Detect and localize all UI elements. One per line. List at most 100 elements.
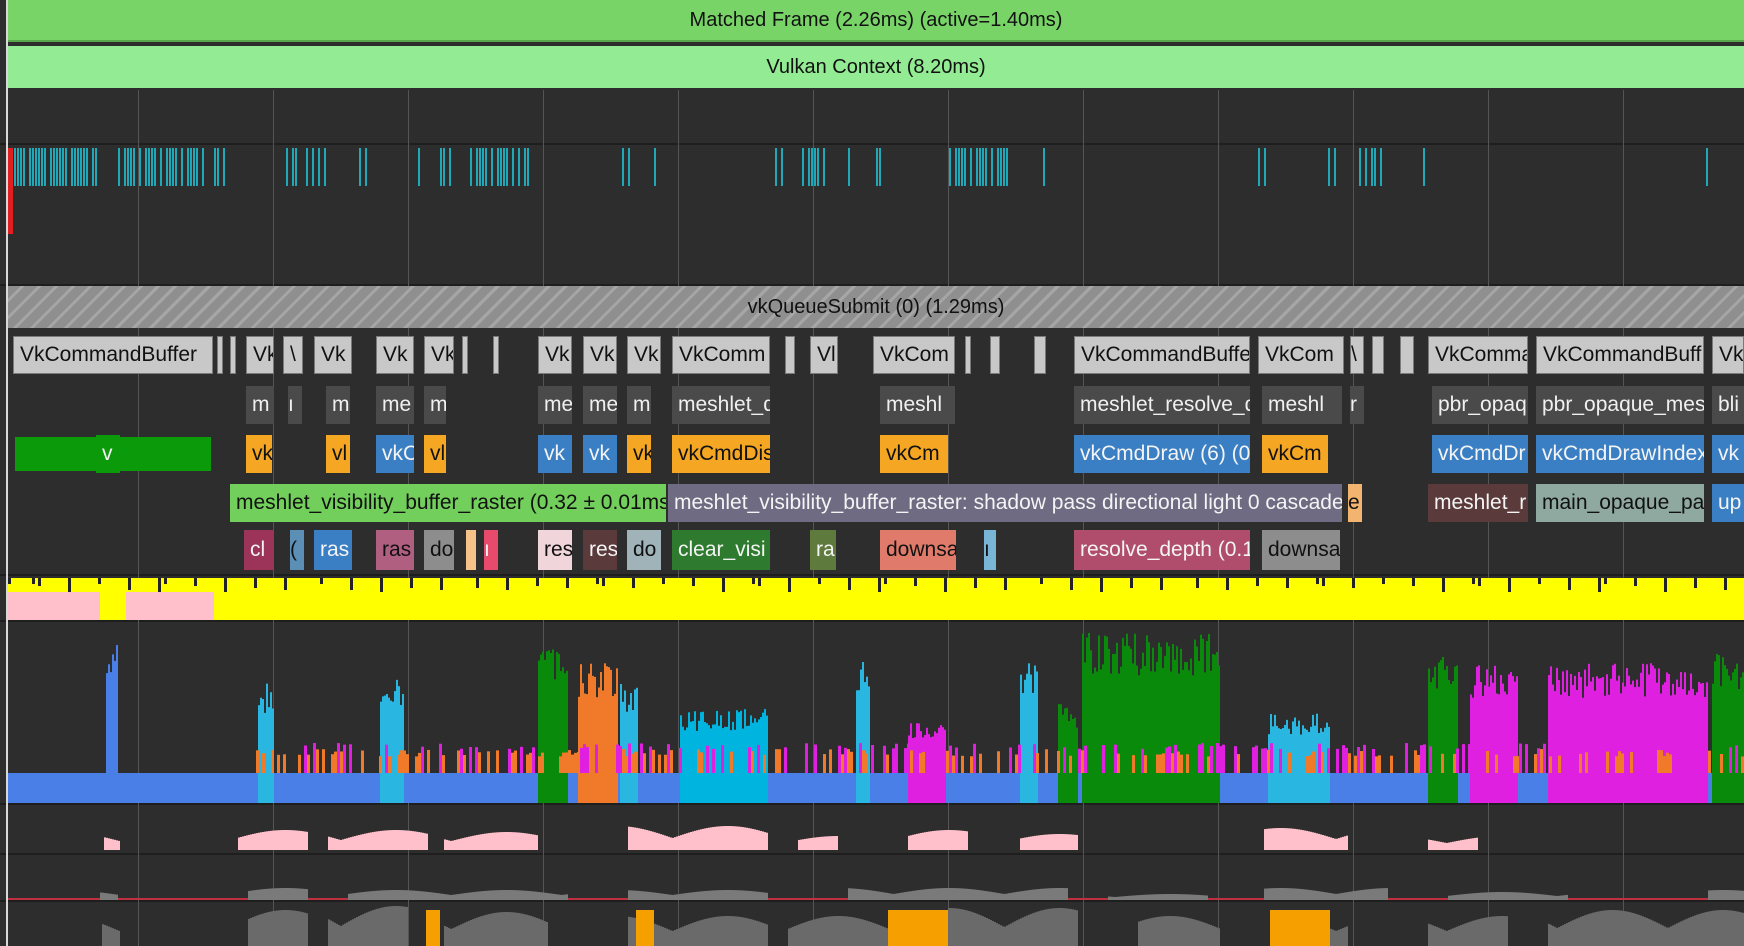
- command-buffer-block[interactable]: [493, 336, 499, 374]
- cpu-zone-tick[interactable]: [65, 148, 67, 186]
- cpu-zone-tick[interactable]: [83, 148, 85, 186]
- cpu-zone-tick[interactable]: [1264, 148, 1266, 186]
- command-buffer-block[interactable]: Vl: [810, 336, 838, 374]
- command-buffer-block[interactable]: [1034, 336, 1046, 374]
- scope-block[interactable]: meshlet_d: [672, 386, 770, 424]
- render-pass-block[interactable]: main_opaque_pa: [1536, 484, 1704, 522]
- cpu-zone-tick[interactable]: [175, 148, 177, 186]
- cpu-zone-tick[interactable]: [628, 148, 630, 186]
- cpu-zone-tick[interactable]: [50, 148, 52, 186]
- cpu-zone-tick[interactable]: [808, 148, 810, 186]
- scope-block[interactable]: pbr_opaque_mes: [1536, 386, 1704, 424]
- subpass-block[interactable]: ı: [984, 530, 996, 570]
- cpu-zone-tick[interactable]: [148, 148, 150, 186]
- cpu-zone-tick[interactable]: [166, 148, 168, 186]
- cpu-zone-tick[interactable]: [518, 148, 520, 186]
- render-pass-block[interactable]: up: [1712, 484, 1744, 522]
- cpu-zone-tick[interactable]: [202, 148, 204, 186]
- vulkan-context-bar[interactable]: Vulkan Context (8.20ms): [8, 46, 1744, 88]
- cpu-zone-tick[interactable]: [86, 148, 88, 186]
- command-buffer-block[interactable]: [462, 336, 468, 374]
- subpass-block[interactable]: downsa: [880, 530, 956, 570]
- cpu-zone-tick[interactable]: [324, 148, 326, 186]
- command-buffer-block[interactable]: Vk: [314, 336, 352, 374]
- cpu-zone-tick[interactable]: [491, 148, 493, 186]
- cpu-zone-tick[interactable]: [497, 148, 499, 186]
- cpu-zone-tick[interactable]: [365, 148, 367, 186]
- draw-call-block[interactable]: vk: [1712, 435, 1744, 473]
- cpu-zone-tick[interactable]: [190, 148, 192, 186]
- subpass-block[interactable]: resolve_depth (0.1: [1074, 530, 1250, 570]
- cpu-zone-tick[interactable]: [1365, 148, 1367, 186]
- scope-block[interactable]: m: [424, 386, 446, 424]
- cpu-zone-tick[interactable]: [44, 148, 46, 186]
- cpu-zone-tick[interactable]: [181, 148, 183, 186]
- cpu-zone-tick[interactable]: [1359, 148, 1361, 186]
- cpu-zone-tick[interactable]: [130, 148, 132, 186]
- cpu-zone-tick[interactable]: [312, 148, 314, 186]
- cpu-zone-tick[interactable]: [20, 148, 22, 186]
- cpu-zone-tick[interactable]: [1371, 148, 1373, 186]
- cpu-zone-tick[interactable]: [53, 148, 55, 186]
- cpu-zone-tick[interactable]: [958, 148, 960, 186]
- subpass-block[interactable]: (: [290, 530, 304, 570]
- draw-call-block[interactable]: vkCmdDraw (6) (0: [1074, 435, 1250, 473]
- subpass-block[interactable]: res: [583, 530, 617, 570]
- command-buffer-block[interactable]: VkComma: [1428, 336, 1528, 374]
- cpu-zone-tick[interactable]: [979, 148, 981, 186]
- command-buffer-block[interactable]: [965, 336, 971, 374]
- cpu-zone-tick[interactable]: [775, 148, 777, 186]
- cpu-zone-tick[interactable]: [781, 148, 783, 186]
- cpu-zone-tick[interactable]: [876, 148, 878, 186]
- cpu-zone-tick[interactable]: [217, 148, 219, 186]
- cpu-zone-tick[interactable]: [295, 148, 297, 186]
- cpu-zone-tick[interactable]: [1380, 148, 1382, 186]
- cpu-zone-tick[interactable]: [1000, 148, 1002, 186]
- cpu-zone-tick[interactable]: [154, 148, 156, 186]
- command-buffer-block[interactable]: [217, 336, 223, 374]
- draw-call-block[interactable]: vk: [627, 435, 651, 473]
- cpu-zone-tick[interactable]: [982, 148, 984, 186]
- draw-call-block[interactable]: vl: [326, 435, 350, 473]
- cpu-zone-tick[interactable]: [527, 148, 529, 186]
- subpass-block[interactable]: clear_visi: [672, 530, 770, 570]
- cpu-zone-tick[interactable]: [418, 148, 420, 186]
- render-pass-block[interactable]: e: [1348, 484, 1362, 522]
- draw-call-block[interactable]: vkCm: [1262, 435, 1328, 473]
- cpu-zone-tick[interactable]: [1003, 148, 1005, 186]
- scope-block[interactable]: m: [246, 386, 274, 424]
- cpu-zone-tick[interactable]: [318, 148, 320, 186]
- cpu-zone-tick[interactable]: [811, 148, 813, 186]
- draw-call-block[interactable]: vk: [583, 435, 617, 473]
- subpass-block[interactable]: ra: [810, 530, 836, 570]
- scope-block[interactable]: pbr_opaq: [1432, 386, 1528, 424]
- command-buffer-block[interactable]: VkCom: [1258, 336, 1344, 374]
- command-buffer-block[interactable]: Vk: [627, 336, 661, 374]
- draw-call-block[interactable]: vl: [424, 435, 446, 473]
- cpu-zone-tick[interactable]: [1706, 148, 1708, 186]
- cpu-zone-tick[interactable]: [169, 148, 171, 186]
- cpu-zone-tick[interactable]: [74, 148, 76, 186]
- cpu-zone-tick[interactable]: [56, 148, 58, 186]
- cpu-zone-tick[interactable]: [187, 148, 189, 186]
- cpu-zone-tick[interactable]: [970, 148, 972, 186]
- subpass-block[interactable]: downsa: [1262, 530, 1340, 570]
- scope-block[interactable]: me: [538, 386, 572, 424]
- cpu-zone-tick[interactable]: [654, 148, 656, 186]
- draw-call-block[interactable]: v: [96, 435, 120, 473]
- cpu-zone-tick[interactable]: [29, 148, 31, 186]
- cpu-zone-tick[interactable]: [482, 148, 484, 186]
- cpu-zone-tick[interactable]: [35, 148, 37, 186]
- subpass-block[interactable]: do: [627, 530, 661, 570]
- scope-block[interactable]: me: [376, 386, 414, 424]
- cpu-zone-tick[interactable]: [160, 148, 162, 186]
- command-buffer-block[interactable]: Vk: [1712, 336, 1744, 374]
- command-buffer-block[interactable]: VkCommandBuffe: [1074, 336, 1250, 374]
- command-buffer-block[interactable]: [1372, 336, 1384, 374]
- cpu-zone-tick[interactable]: [949, 148, 951, 186]
- cpu-zone-tick[interactable]: [991, 148, 993, 186]
- cpu-zone-tick[interactable]: [479, 148, 481, 186]
- command-buffer-block[interactable]: [1400, 336, 1414, 374]
- cpu-zone-tick[interactable]: [80, 148, 82, 186]
- subpass-block[interactable]: ı: [484, 530, 498, 570]
